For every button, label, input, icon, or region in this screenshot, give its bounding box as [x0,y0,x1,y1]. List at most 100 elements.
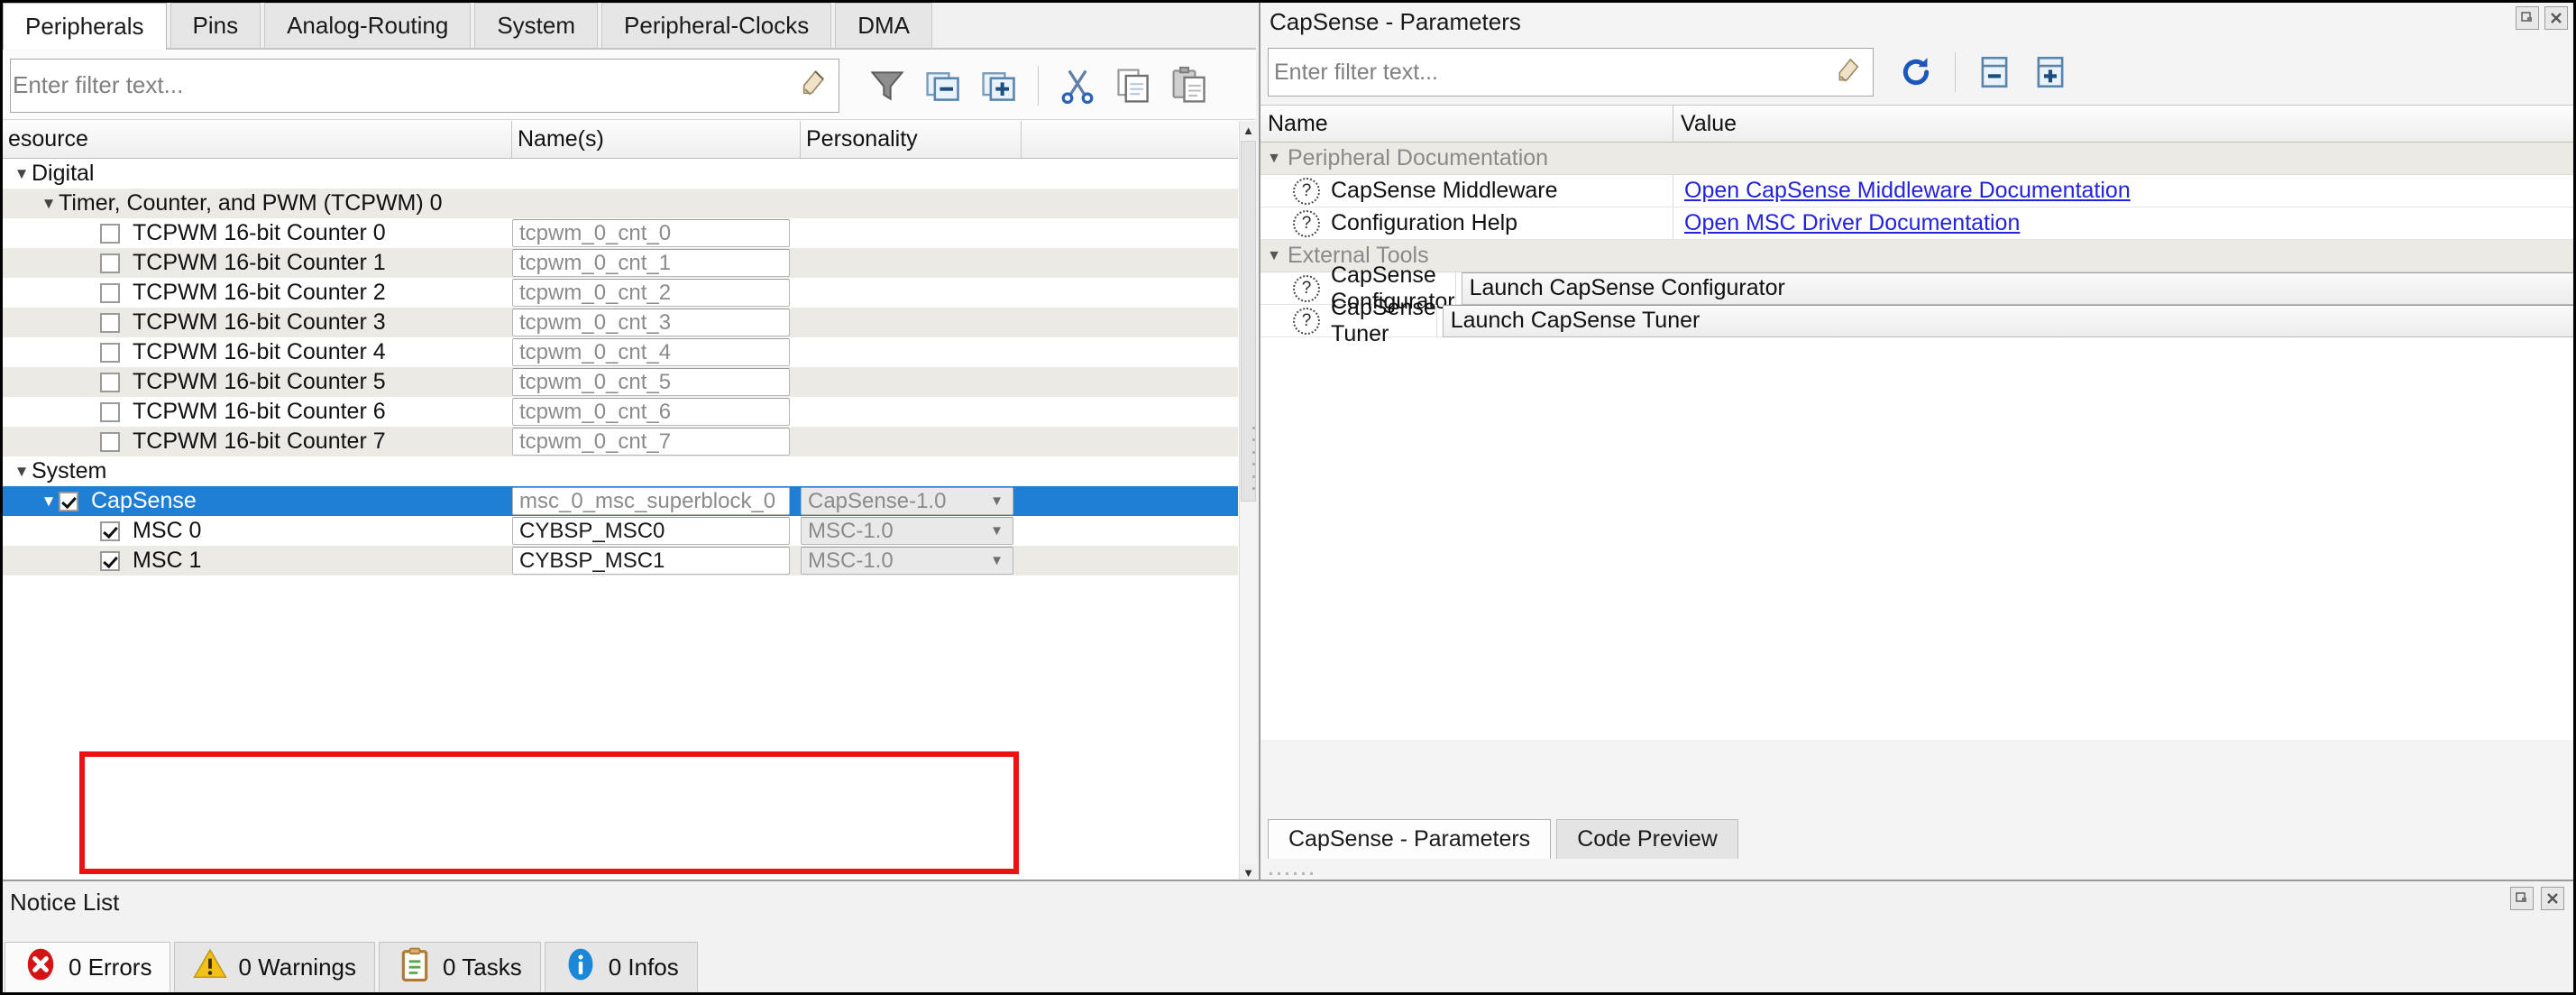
filter-icon[interactable] [859,58,915,114]
row-checkbox[interactable] [100,282,120,303]
expand-caret-icon[interactable]: ▼ [39,195,59,213]
collapse-all-icon[interactable] [1966,44,2022,100]
row-checkbox[interactable] [59,491,78,511]
row-checkbox[interactable] [100,521,120,541]
row-checkbox[interactable] [100,431,120,452]
table-row[interactable]: ▼ Digital [3,159,1238,189]
row-checkbox[interactable] [100,342,120,363]
table-row[interactable]: TCPWM 16-bit Counter 1 tcpwm_0_cnt_1 [3,248,1238,278]
tab-analog-routing[interactable]: Analog-Routing [264,3,472,48]
row-name-cell: tcpwm_0_cnt_0 [512,218,801,248]
column-header-2[interactable]: Name(s) [512,121,801,158]
table-row[interactable]: TCPWM 16-bit Counter 3 tcpwm_0_cnt_3 [3,308,1238,337]
expand-caret-icon[interactable]: ▼ [12,463,32,481]
parameter-group-row[interactable]: ▼ Peripheral Documentation [1260,143,2573,175]
group-name-cell: ▼ Peripheral Documentation [1260,143,1673,174]
clear-filter-icon[interactable] [1835,56,1864,89]
name-input[interactable]: CYBSP_MSC1 [512,547,790,575]
column-header-4[interactable] [1022,121,1238,158]
table-row[interactable]: TCPWM 16-bit Counter 0 tcpwm_0_cnt_0 [3,218,1238,248]
expand-all-icon[interactable] [2022,44,2078,100]
notice-tab-0-tasks[interactable]: 0 Tasks [379,942,541,992]
name-input[interactable]: tcpwm_0_cnt_2 [512,279,790,307]
expand-caret-icon[interactable]: ▼ [1260,248,1288,264]
table-row[interactable]: ▼ Timer, Counter, and PWM (TCPWM) 0 [3,189,1238,218]
restore-icon[interactable] [2510,887,2534,910]
parameter-row[interactable]: ? CapSense Tuner Launch CapSense Tuner .… [1260,295,2573,346]
paste-icon[interactable] [1161,58,1217,114]
clear-filter-icon[interactable] [799,68,830,103]
tab-code-preview[interactable]: Code Preview [1556,819,1738,859]
tab-peripheral-clocks[interactable]: Peripheral-Clocks [601,3,832,48]
table-row[interactable]: ▼ CapSense msc_0_msc_superblock_0 CapSense… [3,486,1238,516]
personality-dropdown[interactable]: MSC-1.0 ▼ [801,517,1013,545]
parameters-column-name[interactable]: Name [1260,106,1673,142]
search-input[interactable]: Enter filter text... [10,58,839,113]
tab-dma[interactable]: DMA [835,3,932,48]
row-checkbox[interactable] [100,253,120,273]
documentation-link[interactable]: Open CapSense Middleware Documentation [1679,178,2131,204]
name-input[interactable]: tcpwm_0_cnt_6 [512,398,790,426]
cut-icon[interactable] [1050,58,1105,114]
splitter-handle[interactable] [1251,427,1256,490]
name-input[interactable]: CYBSP_MSC0 [512,517,790,545]
table-row[interactable]: ▼ System [3,456,1238,486]
parameter-row[interactable]: ? CapSense Configurator Launch CapSense … [1260,263,2573,314]
notice-tab-0-infos[interactable]: 0 Infos [544,942,698,992]
help-icon[interactable]: ? [1293,274,1320,302]
parameter-group-row[interactable]: ▼ External Tools [1260,240,2573,272]
expand-caret-icon[interactable]: ▼ [12,165,32,183]
column-header-1[interactable]: esource [3,121,512,158]
name-input[interactable]: msc_0_msc_superblock_0 [512,487,790,515]
parameters-resize-grip[interactable] [1270,872,1313,875]
refresh-icon[interactable] [1888,44,1944,100]
row-checkbox[interactable] [100,223,120,244]
documentation-link[interactable]: Open MSC Driver Documentation [1679,210,2020,236]
table-row[interactable]: TCPWM 16-bit Counter 6 tcpwm_0_cnt_6 [3,397,1238,427]
close-icon[interactable] [2541,887,2564,910]
help-icon[interactable]: ? [1293,209,1320,237]
tab-system[interactable]: System [474,3,599,48]
tab-pins[interactable]: Pins [170,3,261,48]
name-input[interactable]: tcpwm_0_cnt_1 [512,249,790,277]
restore-icon[interactable] [2516,6,2539,30]
name-input[interactable]: tcpwm_0_cnt_4 [512,338,790,366]
copy-icon[interactable] [1105,58,1161,114]
row-checkbox[interactable] [100,550,120,571]
parameter-row[interactable]: ? CapSense Middleware Open CapSense Midd… [1260,175,2573,207]
help-icon[interactable]: ? [1293,307,1320,335]
name-input[interactable]: tcpwm_0_cnt_5 [512,368,790,396]
personality-dropdown[interactable]: CapSense-1.0 ▼ [801,487,1013,515]
table-row[interactable]: TCPWM 16-bit Counter 4 tcpwm_0_cnt_4 [3,337,1238,367]
table-row[interactable]: TCPWM 16-bit Counter 2 tcpwm_0_cnt_2 [3,278,1238,308]
notice-tab-0-errors[interactable]: 0 Errors [5,942,171,992]
name-input[interactable]: tcpwm_0_cnt_0 [512,219,790,247]
tab-peripherals[interactable]: Peripherals [3,3,167,50]
table-row[interactable]: MSC 0 CYBSP_MSC0 MSC-1.0 ▼ [3,516,1238,546]
parameter-row[interactable]: ? Configuration Help Open MSC Driver Doc… [1260,207,2573,240]
expand-all-icon[interactable] [971,58,1027,114]
close-icon[interactable] [2544,6,2568,30]
help-icon[interactable]: ? [1293,177,1320,205]
row-checkbox[interactable] [100,312,120,333]
expand-caret-icon[interactable]: ▼ [1260,151,1288,167]
launch-tool-button[interactable]: Launch CapSense Configurator ... [1461,272,2573,305]
table-row[interactable]: TCPWM 16-bit Counter 7 tcpwm_0_cnt_7 [3,427,1238,456]
collapse-all-icon[interactable] [915,58,971,114]
parameters-search-input[interactable]: Enter filter text... [1268,48,1874,97]
name-input[interactable]: tcpwm_0_cnt_7 [512,428,790,456]
table-row[interactable]: TCPWM 16-bit Counter 5 tcpwm_0_cnt_5 [3,367,1238,397]
name-input[interactable]: tcpwm_0_cnt_3 [512,309,790,336]
scroll-up-arrow[interactable]: ▲ [1240,121,1257,140]
tab-capsense-parameters[interactable]: CapSense - Parameters [1268,819,1552,859]
personality-dropdown[interactable]: MSC-1.0 ▼ [801,547,1013,575]
parameters-column-value[interactable]: Value [1673,106,2573,142]
row-checkbox[interactable] [100,401,120,422]
left-vertical-scrollbar[interactable]: ▲ ▼ [1239,121,1257,882]
launch-tool-button[interactable]: Launch CapSense Tuner ... [1442,304,2573,337]
table-row[interactable]: MSC 1 CYBSP_MSC1 MSC-1.0 ▼ [3,546,1238,576]
column-header-3[interactable]: Personality [801,121,1022,158]
notice-tab-0-warnings[interactable]: 0 Warnings [174,942,376,992]
row-checkbox[interactable] [100,372,120,392]
expand-caret-icon[interactable]: ▼ [39,493,59,511]
